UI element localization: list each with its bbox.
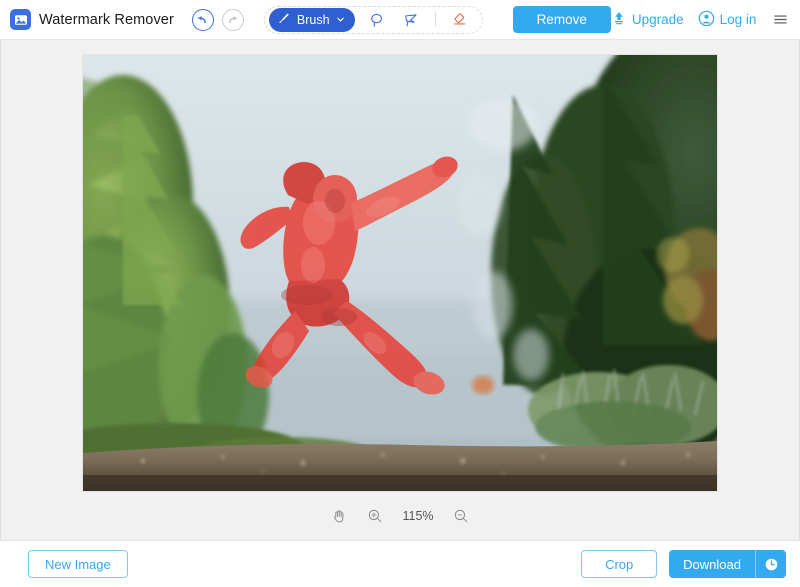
app-title: Watermark Remover bbox=[39, 11, 174, 28]
zoom-level-label: 115% bbox=[402, 509, 434, 523]
undo-arrow-icon bbox=[198, 15, 207, 24]
photo-content bbox=[83, 55, 717, 491]
history-controls bbox=[191, 8, 244, 31]
canvas-area[interactable]: 115% bbox=[0, 40, 800, 540]
zoom-controls: 115% bbox=[1, 506, 799, 526]
editing-photo[interactable] bbox=[83, 55, 717, 491]
download-label: Download bbox=[683, 556, 741, 572]
polygon-lasso-tool-button[interactable] bbox=[399, 8, 423, 32]
lasso-icon bbox=[370, 13, 382, 27]
brand: Watermark Remover bbox=[10, 9, 174, 30]
selection-tools-group: Brush bbox=[263, 5, 483, 34]
new-image-button[interactable]: New Image bbox=[28, 550, 128, 578]
upgrade-button[interactable]: Upgrade bbox=[611, 10, 684, 29]
login-button[interactable]: Log in bbox=[698, 10, 757, 30]
download-history-button[interactable] bbox=[755, 550, 786, 578]
menu-button[interactable] bbox=[770, 10, 790, 30]
zoom-out-icon bbox=[454, 509, 468, 523]
hamburger-menu-icon bbox=[774, 15, 787, 24]
login-label: Log in bbox=[719, 12, 757, 27]
hand-pan-icon bbox=[334, 510, 344, 523]
eraser-icon bbox=[453, 13, 465, 25]
redo-arrow-icon bbox=[229, 15, 238, 24]
brush-tool-button[interactable]: Brush bbox=[268, 7, 355, 32]
bottom-right-group: Crop Download bbox=[581, 550, 786, 578]
top-toolbar: Watermark Remover Brush Remove Upgrade L… bbox=[0, 0, 800, 40]
clock-icon bbox=[765, 558, 777, 570]
upgrade-label: Upgrade bbox=[631, 12, 684, 27]
watermark-remover-window: Watermark Remover Brush Remove Upgrade L… bbox=[0, 0, 800, 587]
polygon-lasso-icon bbox=[404, 13, 417, 26]
remove-button[interactable]: Remove bbox=[512, 6, 611, 33]
user-circle-icon bbox=[698, 10, 715, 30]
eraser-tool-button[interactable] bbox=[448, 8, 472, 32]
lasso-tool-button[interactable] bbox=[365, 8, 389, 32]
photo-logo-icon bbox=[10, 9, 31, 30]
bottom-toolbar: New Image Crop Download bbox=[0, 540, 800, 587]
download-button[interactable]: Download bbox=[669, 550, 786, 578]
zoom-in-icon bbox=[368, 509, 382, 523]
redo-button[interactable] bbox=[221, 8, 244, 31]
chevron-down-icon bbox=[336, 13, 345, 27]
topbar-right-group: Upgrade Log in bbox=[611, 10, 800, 30]
upload-arrow-icon bbox=[611, 10, 627, 29]
undo-button[interactable] bbox=[191, 8, 214, 31]
zoom-out-button[interactable] bbox=[451, 506, 471, 526]
pan-tool-button[interactable] bbox=[329, 506, 349, 526]
crop-button[interactable]: Crop bbox=[581, 550, 658, 578]
brush-tool-label: Brush bbox=[296, 12, 330, 27]
zoom-in-button[interactable] bbox=[365, 506, 385, 526]
tool-divider bbox=[434, 12, 436, 27]
brush-icon bbox=[277, 11, 291, 28]
